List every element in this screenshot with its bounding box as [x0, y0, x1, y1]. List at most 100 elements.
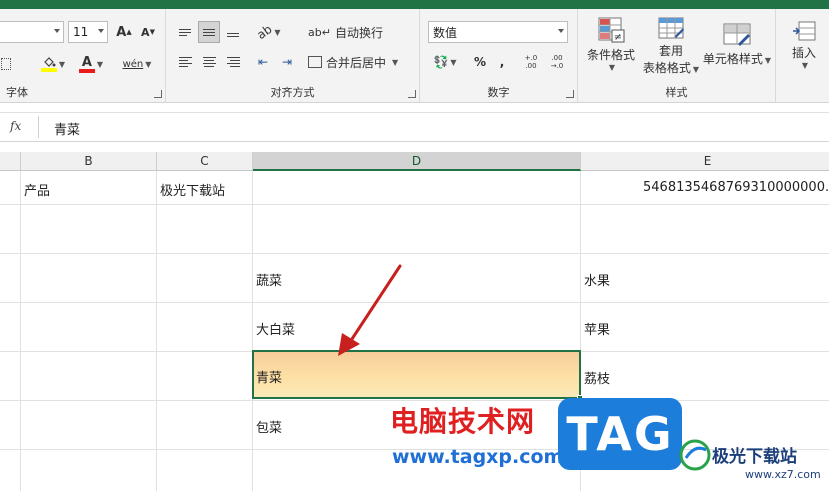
decrease-indent-button[interactable]: ⇤	[252, 51, 274, 73]
font-group: 11 A ▲ A ▼ ▼ A ▼ wén ▼ 字体	[0, 9, 166, 103]
align-middle-button[interactable]	[198, 21, 220, 43]
selected-cell-d6[interactable]: 青菜	[252, 350, 583, 401]
chevron-down-icon	[54, 29, 60, 33]
chevron-down-icon: ▼	[145, 59, 152, 69]
number-format-box[interactable]: 数值	[428, 21, 568, 43]
accounting-button[interactable]: 💱 ▼	[428, 51, 462, 73]
increase-decimal-button[interactable]: +.0 .00	[520, 51, 542, 73]
chevron-down-icon	[558, 29, 564, 33]
chevron-down-icon: ▼	[392, 57, 399, 67]
fill-color-button[interactable]: ▼	[36, 53, 70, 75]
insert-cells-icon	[793, 21, 816, 41]
increase-indent-icon: ⇥	[281, 55, 293, 69]
table-format-icon	[658, 17, 684, 39]
dialog-launcher-icon[interactable]	[408, 90, 416, 98]
shrink-font-button[interactable]: A ▼	[138, 21, 158, 43]
number-group: 数值 💱 ▼ % , +.0 .00 .00 →.0 数字	[420, 9, 578, 103]
comma-button[interactable]: ,	[494, 51, 510, 73]
wrap-text-button[interactable]: ab↵ 自动换行	[308, 21, 388, 43]
cell-d6: 青菜	[256, 371, 283, 386]
fx-icon[interactable]: fx	[10, 119, 21, 133]
chevron-down-icon: ▼	[274, 27, 281, 37]
gridline-h	[0, 253, 829, 254]
align-center-icon	[202, 57, 216, 67]
column-header-c[interactable]: C	[157, 152, 253, 171]
border-button[interactable]	[0, 53, 12, 75]
gridline-h	[0, 204, 829, 205]
format-as-table-button[interactable]: 套用 表格格式 ▼	[640, 13, 702, 79]
grow-font-button[interactable]: A ▲	[114, 21, 134, 43]
align-bottom-button[interactable]	[222, 21, 244, 43]
increase-indent-button[interactable]: ⇥	[276, 51, 298, 73]
phonetic-button[interactable]: wén ▼	[118, 53, 156, 75]
cell-e4[interactable]: 水果	[584, 270, 610, 289]
title-bar-strip	[0, 0, 829, 9]
cells-group: 插入 ▼	[776, 9, 829, 103]
cell-e6[interactable]: 荔枝	[584, 368, 610, 387]
conditional-format-button[interactable]: ≠ 条件格式 ▼	[584, 13, 638, 75]
cell-e5[interactable]: 苹果	[584, 319, 610, 338]
fill-bucket-icon	[40, 56, 57, 72]
cell-c1[interactable]: 极光下载站	[160, 180, 225, 199]
alignment-group: ab ▼ ab↵ 自动换行 ⇤ ⇥ 合并后居中 ▼ 对齐方式	[166, 9, 420, 103]
dialog-launcher-icon[interactable]	[566, 90, 574, 98]
align-top-icon	[179, 28, 191, 36]
column-header-b[interactable]: B	[21, 152, 157, 171]
cell-b1[interactable]: 产品	[24, 180, 50, 199]
gridline-h	[0, 302, 829, 303]
alignment-group-label: 对齐方式	[270, 86, 315, 99]
site-name: 极光下载站	[712, 447, 797, 467]
chevron-down-icon: ▼	[450, 57, 457, 67]
chevron-down-icon: ▼	[96, 59, 104, 69]
chevron-down-icon: ▼	[692, 65, 700, 74]
column-header-left[interactable]	[0, 152, 21, 171]
cell-d5[interactable]: 大白菜	[256, 319, 295, 338]
cell-styles-button[interactable]: 单元格样式 ▼	[702, 13, 772, 75]
font-size-box[interactable]: 11	[68, 21, 108, 43]
align-middle-icon	[203, 28, 215, 36]
align-right-icon	[226, 57, 240, 67]
font-color-button[interactable]: A ▼	[74, 53, 108, 75]
gridline-v	[156, 171, 157, 491]
cell-d7[interactable]: 包菜	[256, 417, 282, 436]
align-left-button[interactable]	[174, 51, 196, 73]
column-header-d[interactable]: D	[253, 152, 581, 171]
cell-d4[interactable]: 蔬菜	[256, 270, 282, 289]
chevron-down-icon: ▼	[58, 59, 66, 69]
orientation-button[interactable]: ab ▼	[252, 21, 286, 43]
column-header-e[interactable]: E	[581, 152, 829, 171]
site-url: www.xz7.com	[745, 468, 821, 481]
align-left-icon	[178, 57, 192, 67]
chevron-down-icon: ▼	[764, 55, 772, 65]
wrap-text-icon: ab↵	[308, 25, 331, 39]
styles-group: ≠ 条件格式 ▼ 套用 表格格式 ▼ 单元格样式 ▼ 样式	[578, 9, 776, 103]
styles-group-label: 样式	[665, 86, 688, 99]
percent-button[interactable]: %	[470, 51, 490, 73]
site-logo-icon	[679, 439, 711, 471]
formula-input[interactable]: 青菜	[54, 119, 80, 138]
align-top-button[interactable]	[174, 21, 196, 43]
font-color-icon: A	[78, 56, 95, 73]
formula-bar: fx 青菜	[0, 112, 829, 142]
cell-styles-icon	[723, 23, 751, 46]
currency-icon: 💱	[433, 55, 449, 69]
orientation-icon: ab	[254, 21, 276, 43]
font-name-box[interactable]	[0, 21, 64, 43]
insert-button[interactable]: 插入 ▼	[782, 13, 826, 75]
decrease-decimal-button[interactable]: .00 →.0	[546, 51, 568, 73]
align-bottom-icon	[227, 33, 239, 37]
ribbon: 11 A ▲ A ▼ ▼ A ▼ wén ▼ 字体 ab ▼ ab↵ 自动换行 ⇤	[0, 9, 829, 103]
cell-e1[interactable]: 5468135468769310000000.00	[643, 180, 829, 195]
align-center-button[interactable]	[198, 51, 220, 73]
dialog-launcher-icon[interactable]	[154, 90, 162, 98]
merge-center-button[interactable]: 合并后居中 ▼	[308, 51, 412, 73]
merge-icon	[308, 56, 322, 68]
watermark-url: www.tagxp.com	[392, 446, 564, 468]
chevron-down-icon: ▼	[608, 63, 616, 72]
align-right-button[interactable]	[222, 51, 244, 73]
chevron-down-icon: ▼	[801, 61, 809, 70]
watermark-title: 电脑技术网	[390, 405, 536, 438]
formula-separator	[38, 116, 39, 138]
font-group-label: 字体	[6, 86, 28, 99]
svg-text:≠: ≠	[614, 32, 622, 43]
